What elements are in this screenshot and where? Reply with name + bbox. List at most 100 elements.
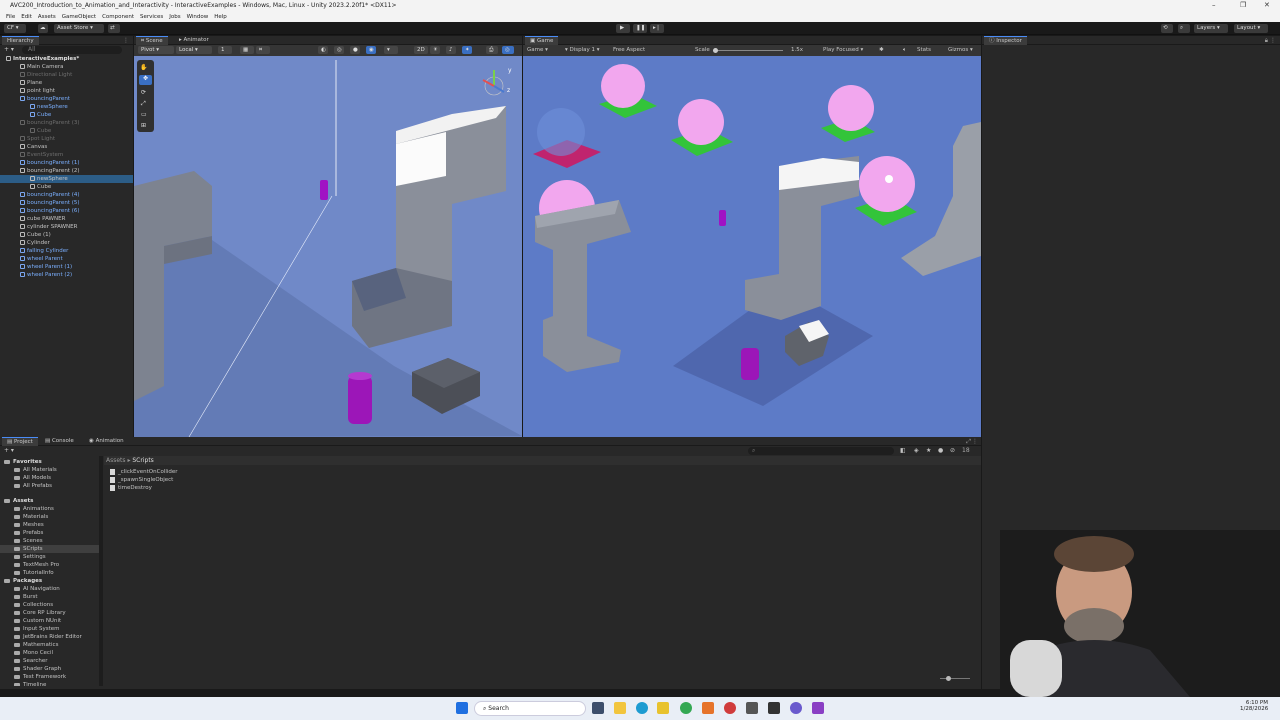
mute-audio-icon[interactable]: 🔈︎ [903, 45, 906, 56]
filter-label-icon[interactable]: ◈ [914, 447, 919, 454]
asset-folder[interactable]: Materials [0, 513, 99, 521]
hierarchy-item[interactable]: wheel Parent [0, 255, 133, 263]
shaded-icon[interactable]: ◉ [366, 46, 376, 54]
hierarchy-item[interactable]: bouncingParent (3) [0, 119, 133, 127]
hierarchy-item[interactable]: wheel Parent (1) [0, 263, 133, 271]
aspect-dropdown[interactable]: Free Aspect [613, 45, 645, 56]
layout-dropdown[interactable]: Layout ▾ [1234, 24, 1268, 33]
add-object-icon[interactable]: + ▾ [4, 46, 14, 53]
history-icon[interactable]: ⟲ [1161, 24, 1173, 33]
breadcrumb-scripts[interactable]: SCripts [132, 457, 153, 464]
menu-help[interactable]: Help [214, 14, 227, 20]
clock[interactable]: 6:10 PM 1/28/2026 [1240, 700, 1268, 712]
grid-icon[interactable]: ▦ [240, 46, 254, 54]
hierarchy-item[interactable]: Main Camera [0, 63, 133, 71]
hierarchy-item[interactable]: Cube [0, 111, 133, 119]
package-folder[interactable]: Collections [0, 601, 99, 609]
tree-scrollbar[interactable] [99, 456, 103, 686]
tab-hierarchy[interactable]: Hierarchy [2, 36, 39, 45]
draw-mode-icon[interactable]: ▾ [384, 46, 398, 54]
maximize-icon[interactable]: ⤢ [966, 438, 971, 446]
hierarchy-item[interactable]: bouncingParent (2) [0, 167, 133, 175]
favorite-item[interactable]: All Materials [0, 466, 99, 474]
minimize-icon[interactable]: – [1212, 1, 1216, 9]
menu-edit[interactable]: Edit [21, 14, 32, 20]
rotate-tool-icon[interactable]: ⟳ [141, 89, 146, 96]
tab-scene[interactable]: ⌗ Scene [136, 36, 168, 45]
script-file[interactable]: _clickEventOnCollider [110, 468, 178, 476]
filter-type-icon[interactable]: ◧ [900, 447, 906, 454]
hierarchy-item[interactable]: Spot Light [0, 135, 133, 143]
move-tool-icon[interactable]: ✥ [139, 75, 152, 85]
pause-button[interactable]: ❚❚ [633, 24, 647, 33]
layers-dropdown[interactable]: Layers ▾ [1194, 24, 1228, 33]
hierarchy-item[interactable]: bouncingParent [0, 95, 133, 103]
tab-animator[interactable]: ▸ Animator [174, 36, 214, 45]
visibility-icon[interactable]: ● [938, 447, 943, 454]
transform-tool-icon[interactable]: ⊞ [141, 122, 146, 129]
snap-icon[interactable]: ⌗ [256, 46, 270, 54]
recorder-icon[interactable] [724, 702, 736, 714]
scale-slider-thumb[interactable] [713, 48, 718, 53]
start-icon[interactable] [456, 702, 468, 714]
game-mode-dropdown[interactable]: Game ▾ [527, 45, 548, 56]
asset-folder[interactable]: TutorialInfo [0, 569, 99, 577]
favorites-header[interactable]: Favorites [0, 458, 99, 466]
script-file[interactable]: _spawnSingleObject [110, 476, 173, 484]
stats-button[interactable]: Stats [917, 45, 931, 56]
tab-console[interactable]: ▤ Console [40, 437, 79, 446]
package-folder[interactable]: AI Navigation [0, 585, 99, 593]
unity-hub-icon[interactable] [746, 702, 758, 714]
edge-icon[interactable] [636, 702, 648, 714]
lock-icon[interactable]: 🔒︎ [1265, 37, 1268, 45]
project-search-input[interactable]: ⌕ [748, 447, 894, 455]
search-icon[interactable]: ⌕ [1178, 24, 1190, 33]
display-dropdown[interactable]: ▾ Display 1 ▾ [565, 45, 600, 56]
media-player-icon[interactable] [790, 702, 802, 714]
project-menu-icon[interactable]: ⋮ [972, 438, 978, 445]
2d-toggle[interactable]: 2D [414, 46, 428, 54]
inspector-menu-icon[interactable]: ⋮ [1270, 37, 1276, 44]
assets-header[interactable]: Assets [0, 497, 99, 505]
hand-tool-icon[interactable]: ✋ [140, 64, 147, 71]
package-folder[interactable]: Shader Graph [0, 665, 99, 673]
hierarchy-item[interactable]: Cube (1) [0, 231, 133, 239]
unity-icon[interactable] [768, 702, 780, 714]
step-button[interactable]: ▸❘ [650, 24, 664, 33]
hierarchy-item[interactable]: Cube [0, 127, 133, 135]
task-view-icon[interactable] [592, 702, 604, 714]
effects-icon[interactable]: ✦ [462, 46, 472, 54]
tab-project[interactable]: ▤ Project [2, 437, 38, 446]
tab-game[interactable]: ▣ Game [525, 36, 559, 45]
asset-folder[interactable]: Prefabs [0, 529, 99, 537]
shading-icon[interactable]: ◐ [318, 46, 328, 54]
gizmos-icon[interactable]: ◎ [502, 46, 514, 54]
hierarchy-item[interactable]: Cylinder [0, 239, 133, 247]
hierarchy-item[interactable]: Plane [0, 79, 133, 87]
asset-store-button[interactable]: Asset Store ▾ [54, 24, 104, 33]
menu-window[interactable]: Window [187, 14, 209, 20]
hierarchy-item[interactable]: Directional Light [0, 71, 133, 79]
hierarchy-item[interactable]: bouncingParent (4) [0, 191, 133, 199]
breadcrumb-assets[interactable]: Assets [106, 457, 126, 464]
asset-folder[interactable]: Settings [0, 553, 99, 561]
package-folder[interactable]: Core RP Library [0, 609, 99, 617]
visual-studio-icon[interactable] [812, 702, 824, 714]
local-dropdown[interactable]: Local ▾ [176, 46, 212, 54]
hierarchy-item[interactable]: newSphere [0, 175, 133, 183]
menu-component[interactable]: Component [102, 14, 134, 20]
hierarchy-item[interactable]: cube PAWNER [0, 215, 133, 223]
menu-jobs[interactable]: Jobs [169, 14, 180, 20]
panel-menu-icon[interactable]: ⋮ [123, 37, 129, 44]
package-folder[interactable]: Searcher [0, 657, 99, 665]
gizmos-button[interactable]: Gizmos ▾ [948, 45, 973, 56]
grid-snap-value[interactable]: 1 [218, 46, 232, 54]
close-icon[interactable]: ✕ [1264, 1, 1270, 9]
scale-slider[interactable] [713, 50, 783, 51]
rect-tool-icon[interactable]: ▭ [141, 111, 147, 118]
asset-folder[interactable]: TextMesh Pro [0, 561, 99, 569]
hierarchy-item[interactable]: newSphere [0, 103, 133, 111]
sticky-notes-icon[interactable] [657, 702, 669, 714]
hierarchy-item[interactable]: Canvas [0, 143, 133, 151]
cloud-icon[interactable]: ☁ [38, 24, 48, 33]
